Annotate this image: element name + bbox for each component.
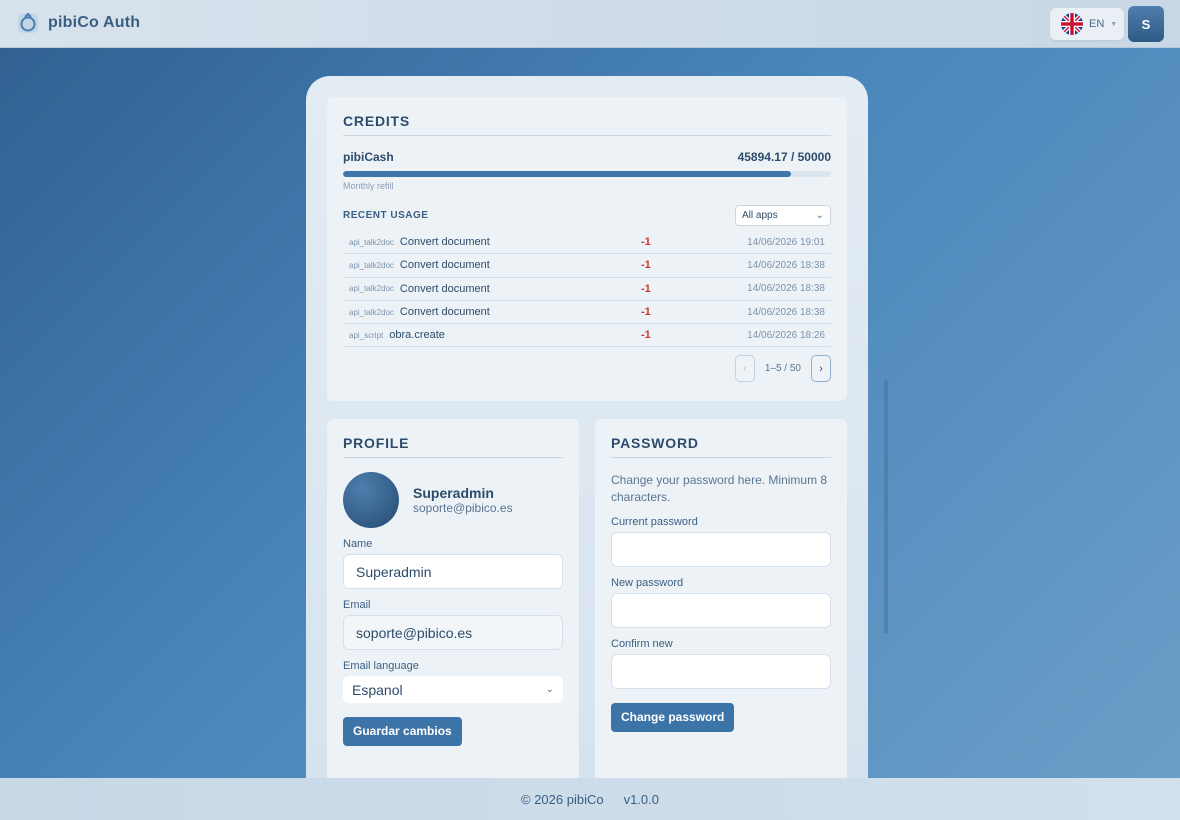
chevron-down-icon: ⌄ <box>815 210 824 221</box>
usage-list: api_talk2doc Convert document -1 14/06/2… <box>343 231 831 348</box>
credit-progress-bar <box>343 171 831 177</box>
user-email: soporte@pibico.es <box>413 501 513 515</box>
refill-label: Monthly refill <box>343 181 394 191</box>
recent-usage-header: RECENT USAGE All apps ⌄ <box>343 205 831 226</box>
caret-down-icon: ▼ <box>1110 20 1118 28</box>
current-password-field[interactable] <box>611 532 831 567</box>
brand-logo-icon <box>18 12 38 33</box>
app-filter-select[interactable]: All apps ⌄ <box>735 205 831 226</box>
app-filter-value: All apps <box>742 210 778 221</box>
usage-row: api_talk2doc Convert document -1 14/06/2… <box>343 301 831 325</box>
brand-name: pibiCo Auth <box>48 14 141 31</box>
usage-app: api_talk2doc <box>349 307 394 317</box>
save-profile-button[interactable]: Guardar cambios <box>343 717 462 746</box>
footer: © 2026 pibiCo v1.0.0 <box>0 778 1180 820</box>
name-field[interactable] <box>343 554 563 589</box>
recent-usage-title: RECENT USAGE <box>343 210 429 221</box>
user-summary: Superadmin soporte@pibico.es <box>343 472 563 528</box>
account-panel: CREDITS pibiCash 45894.17 / 50000 Monthl… <box>306 76 868 778</box>
usage-row: api_talk2doc Convert document -1 14/06/2… <box>343 278 831 301</box>
credit-progress-fill <box>343 171 791 177</box>
usage-description: Convert document <box>399 306 490 319</box>
credit-balance-row: pibiCash 45894.17 / 50000 <box>343 150 831 164</box>
usage-description: Convert document <box>399 259 490 272</box>
chevron-down-icon: ⌄ <box>545 684 554 695</box>
credits-title: CREDITS <box>343 113 831 136</box>
email-field[interactable] <box>343 615 563 650</box>
prev-page-button[interactable]: ‹ <box>734 355 755 383</box>
password-card: PASSWORD Change your password here. Mini… <box>595 419 847 778</box>
password-intro: Change your password here. Minimum 8 cha… <box>611 473 828 504</box>
current-password-label: Current password <box>611 516 698 528</box>
profile-title: PROFILE <box>343 435 563 458</box>
change-password-button[interactable]: Change password <box>611 703 735 732</box>
currency-name: pibiCash <box>343 150 394 164</box>
usage-date: 14/06/2026 18:38 <box>747 259 825 271</box>
confirm-password-label: Confirm new <box>611 638 673 650</box>
usage-app: api_talk2doc <box>349 284 394 294</box>
usage-description: Convert document <box>399 282 490 295</box>
email-language-select[interactable]: Espanol ⌄ <box>343 676 563 703</box>
avatar <box>343 472 399 528</box>
confirm-password-field[interactable] <box>611 654 831 689</box>
user-menu-button[interactable]: S <box>1128 6 1164 42</box>
profile-card: PROFILE Superadmin soporte@pibico.es Nam… <box>327 419 579 778</box>
usage-app: api_talk2doc <box>349 260 394 270</box>
usage-amount: -1 <box>641 259 651 272</box>
password-title: PASSWORD <box>611 435 831 458</box>
usage-row: api_script obra.create -1 14/06/2026 18:… <box>343 324 831 348</box>
footer-version: v1.0.0 <box>623 791 659 807</box>
language-code: EN <box>1089 18 1105 30</box>
usage-app: api_script <box>349 330 384 340</box>
usage-amount: -1 <box>641 236 651 249</box>
email-language-label: Email language <box>343 660 419 672</box>
usage-description: Convert document <box>399 236 490 249</box>
new-password-field[interactable] <box>611 593 831 628</box>
page-indicator: 1–5 / 50 <box>764 363 801 375</box>
usage-app: api_talk2doc <box>349 237 394 247</box>
usage-row: api_talk2doc Convert document -1 14/06/2… <box>343 254 831 278</box>
footer-copyright: © 2026 pibiCo <box>521 791 604 807</box>
usage-pager: ‹ 1–5 / 50 › <box>343 355 831 383</box>
new-password-label: New password <box>611 577 684 589</box>
next-page-button[interactable]: › <box>811 355 831 383</box>
usage-date: 14/06/2026 18:38 <box>747 283 825 295</box>
usage-amount: -1 <box>641 329 651 342</box>
top-bar: pibiCo Auth EN ▼ S <box>0 0 1180 48</box>
email-label: Email <box>343 599 371 611</box>
email-language-value: Espanol <box>352 681 403 698</box>
usage-amount: -1 <box>641 306 651 319</box>
balance-text: 45894.17 / 50000 <box>737 150 831 164</box>
name-label: Name <box>343 538 373 550</box>
usage-amount: -1 <box>641 282 651 295</box>
usage-date: 14/06/2026 18:26 <box>747 329 825 341</box>
language-switcher[interactable]: EN ▼ <box>1050 8 1124 40</box>
usage-date: 14/06/2026 19:01 <box>747 236 825 248</box>
scrollbar[interactable] <box>884 380 888 634</box>
brand[interactable]: pibiCo Auth <box>16 11 140 35</box>
usage-date: 14/06/2026 18:38 <box>747 306 825 318</box>
uk-flag-icon <box>1061 13 1083 35</box>
usage-description: obra.create <box>389 329 445 342</box>
usage-row: api_talk2doc Convert document -1 14/06/2… <box>343 231 831 255</box>
credits-card: CREDITS pibiCash 45894.17 / 50000 Monthl… <box>327 97 847 401</box>
user-name: Superadmin <box>413 485 494 501</box>
